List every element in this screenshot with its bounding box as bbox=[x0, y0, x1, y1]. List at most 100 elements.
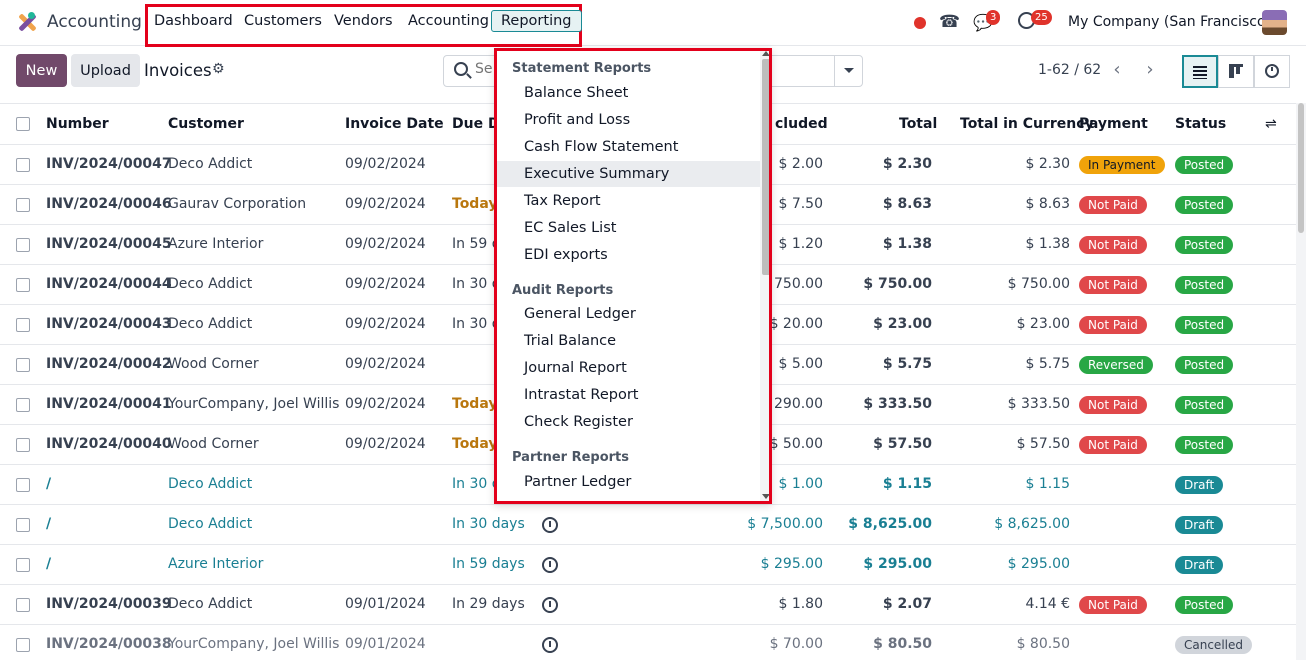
menu-customers[interactable]: Customers bbox=[244, 13, 322, 29]
menu-ec-sales[interactable]: EC Sales List bbox=[497, 215, 761, 241]
menu-dashboard[interactable]: Dashboard bbox=[154, 13, 233, 29]
status-badge: Draft bbox=[1175, 516, 1224, 534]
menu-vendors[interactable]: Vendors bbox=[334, 13, 393, 29]
new-button[interactable]: New bbox=[16, 54, 67, 87]
row-checkbox[interactable] bbox=[16, 558, 30, 572]
menu-profit-loss[interactable]: Profit and Loss bbox=[497, 107, 761, 133]
total-amount: $ 1.38 bbox=[882, 236, 932, 252]
total-amount: $ 1.15 bbox=[882, 476, 932, 492]
col-number[interactable]: Number bbox=[46, 116, 109, 132]
table-row[interactable]: INV/2024/00039 Deco Addict 09/01/2024 In 29… bbox=[0, 584, 1306, 624]
menu-edi-exports[interactable]: EDI exports bbox=[497, 242, 761, 268]
activity-clock-icon[interactable] bbox=[542, 597, 558, 613]
row-checkbox[interactable] bbox=[16, 198, 30, 212]
phone-icon[interactable]: ☎ bbox=[939, 12, 960, 32]
col-invoice-date[interactable]: Invoice Date bbox=[345, 116, 444, 132]
tax-excluded-amount: $ 1.00 bbox=[778, 476, 823, 492]
row-checkbox[interactable] bbox=[16, 518, 30, 532]
status-badge: Posted bbox=[1175, 156, 1234, 174]
pager-value[interactable]: 1-62 / 62 bbox=[1038, 62, 1101, 78]
menu-partner-ledger[interactable]: Partner Ledger bbox=[497, 469, 761, 495]
tax-excluded-amount: $ 1.80 bbox=[778, 596, 823, 612]
col-total[interactable]: Total bbox=[899, 116, 937, 132]
row-checkbox[interactable] bbox=[16, 158, 30, 172]
statement-reports-header: Statement Reports bbox=[512, 61, 652, 76]
payment-status-badge: Not Paid bbox=[1079, 276, 1147, 294]
total-amount: $ 333.50 bbox=[863, 396, 932, 412]
reporting-dropdown: Statement Reports Balance Sheet Profit a… bbox=[494, 48, 772, 504]
col-total-currency[interactable]: Total in Currency bbox=[960, 116, 1094, 132]
pager-previous-icon[interactable]: ‹ bbox=[1101, 55, 1133, 87]
company-switcher[interactable]: My Company (San Francisco) bbox=[1068, 14, 1271, 30]
pager-next-icon[interactable]: › bbox=[1134, 55, 1166, 87]
kanban-view-button[interactable] bbox=[1218, 55, 1254, 88]
menu-trial-balance[interactable]: Trial Balance bbox=[497, 328, 761, 354]
col-status[interactable]: Status bbox=[1175, 116, 1226, 132]
total-in-currency: $ 57.50 bbox=[1016, 436, 1070, 452]
activity-clock-icon[interactable] bbox=[542, 637, 558, 653]
row-checkbox[interactable] bbox=[16, 278, 30, 292]
list-view-button[interactable] bbox=[1182, 55, 1218, 88]
dropdown-scrollbar[interactable] bbox=[760, 51, 769, 501]
page-scrollbar[interactable] bbox=[1296, 103, 1306, 660]
row-checkbox[interactable] bbox=[16, 398, 30, 412]
scroll-down-icon[interactable] bbox=[762, 494, 769, 499]
menu-cash-flow[interactable]: Cash Flow Statement bbox=[497, 134, 761, 160]
menu-check-register[interactable]: Check Register bbox=[497, 409, 761, 435]
menu-tax-report[interactable]: Tax Report bbox=[497, 188, 761, 214]
payment-status-badge: Not Paid bbox=[1079, 436, 1147, 454]
activity-clock-icon[interactable] bbox=[542, 517, 558, 533]
col-payment[interactable]: Payment bbox=[1079, 116, 1148, 132]
payment-status-badge: Not Paid bbox=[1079, 236, 1147, 254]
menu-accounting[interactable]: Accounting bbox=[408, 13, 489, 29]
customer-name: Wood Corner bbox=[168, 356, 259, 372]
activity-view-button[interactable] bbox=[1254, 55, 1290, 88]
table-row[interactable]: INV/2024/00038 YourCompany, Joel Willis 09… bbox=[0, 624, 1306, 660]
menu-balance-sheet[interactable]: Balance Sheet bbox=[497, 80, 761, 106]
select-all-checkbox[interactable] bbox=[16, 117, 30, 131]
gear-icon[interactable]: ⚙ bbox=[212, 61, 225, 77]
menu-reporting[interactable]: Reporting bbox=[491, 10, 582, 32]
search-options-toggle[interactable] bbox=[834, 56, 862, 86]
upload-button[interactable]: Upload bbox=[71, 54, 140, 87]
row-checkbox[interactable] bbox=[16, 478, 30, 492]
total-in-currency: $ 5.75 bbox=[1025, 356, 1070, 372]
record-dot-icon[interactable] bbox=[914, 17, 926, 29]
tax-excluded-amount: $ 5.00 bbox=[778, 356, 823, 372]
activity-clock-icon[interactable] bbox=[542, 557, 558, 573]
user-avatar[interactable] bbox=[1262, 10, 1287, 35]
menu-executive-summary[interactable]: Executive Summary bbox=[497, 161, 761, 187]
column-settings-icon[interactable]: ⇌ bbox=[1265, 116, 1277, 132]
tax-excluded-amount: $ 70.00 bbox=[769, 636, 823, 652]
row-checkbox[interactable] bbox=[16, 638, 30, 652]
row-checkbox[interactable] bbox=[16, 598, 30, 612]
scroll-up-icon[interactable] bbox=[762, 51, 769, 56]
invoice-number: INV/2024/00043 bbox=[46, 316, 172, 332]
col-customer[interactable]: Customer bbox=[168, 116, 244, 132]
tax-excluded-amount: $ 2.00 bbox=[778, 156, 823, 172]
total-in-currency: $ 8,625.00 bbox=[994, 516, 1070, 532]
invoice-date: 09/02/2024 bbox=[345, 236, 426, 252]
menu-journal-report[interactable]: Journal Report bbox=[497, 355, 761, 381]
table-row[interactable]: / Azure Interior In 59 days $ 295.00 $ 295.0… bbox=[0, 544, 1306, 584]
row-checkbox[interactable] bbox=[16, 238, 30, 252]
invoice-date: 09/02/2024 bbox=[345, 316, 426, 332]
col-due-date[interactable]: Due D bbox=[452, 116, 500, 132]
total-in-currency: $ 2.30 bbox=[1025, 156, 1070, 172]
table-row[interactable]: / Deco Addict In 30 days $ 7,500.00 $ 8,625.… bbox=[0, 504, 1306, 544]
status-badge: Draft bbox=[1175, 476, 1224, 494]
menu-intrastat[interactable]: Intrastat Report bbox=[497, 382, 761, 408]
row-checkbox[interactable] bbox=[16, 358, 30, 372]
app-brand[interactable]: Accounting bbox=[16, 11, 142, 33]
row-checkbox[interactable] bbox=[16, 318, 30, 332]
status-badge: Posted bbox=[1175, 396, 1234, 414]
col-tax-excluded[interactable]: cluded bbox=[775, 116, 828, 132]
total-amount: $ 5.75 bbox=[882, 356, 932, 372]
activity-count-badge: 25 bbox=[1031, 10, 1052, 25]
invoice-number: INV/2024/00041 bbox=[46, 396, 172, 412]
menu-general-ledger[interactable]: General Ledger bbox=[497, 301, 761, 327]
status-badge: Posted bbox=[1175, 196, 1234, 214]
row-checkbox[interactable] bbox=[16, 438, 30, 452]
payment-status-badge: Not Paid bbox=[1079, 596, 1147, 614]
due-date: Today bbox=[452, 436, 498, 452]
